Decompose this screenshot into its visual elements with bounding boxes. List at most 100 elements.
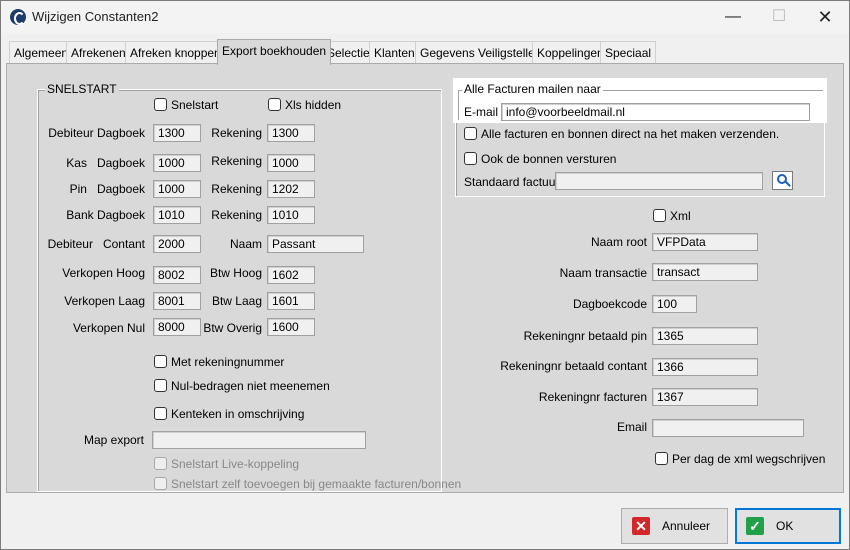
annuleer-button[interactable]: ✕ Annuleer: [621, 508, 728, 544]
bank-dagboek-field[interactable]: 1010: [153, 206, 201, 224]
per-dag-label: Per dag de xml wegschrijven: [672, 452, 826, 466]
pin-dagboek-label: Pin Dagboek: [69, 182, 145, 196]
mail-group-title: Alle Facturen mailen naar: [462, 82, 603, 96]
tab-afrekenen[interactable]: Afrekenen: [66, 41, 131, 63]
ok-button[interactable]: ✓ OK: [735, 508, 841, 544]
rekeningnr-facturen-field[interactable]: 1367: [652, 388, 758, 406]
btw-hoog-label: Btw Hoog: [209, 266, 262, 280]
map-export-field[interactable]: [152, 431, 366, 449]
tab-klanten[interactable]: Klanten: [369, 41, 420, 63]
kas-dagboek-field[interactable]: 1000: [153, 154, 201, 172]
nul-bedragen-checkbox-box[interactable]: [154, 379, 167, 392]
xls-hidden-checkbox-label: Xls hidden: [285, 98, 342, 112]
verkopen-hoog-field[interactable]: 8002: [153, 266, 201, 284]
direct-verzenden-label: Alle facturen en bonnen direct na het ma…: [481, 127, 780, 141]
debiteur-dagboek-label: Debiteur Dagboek: [48, 126, 145, 140]
debiteur-dagboek-field[interactable]: 1300: [153, 124, 201, 142]
snelstart-checkbox[interactable]: Snelstart: [154, 98, 218, 112]
debiteur-rekening-field[interactable]: 1300: [267, 124, 315, 142]
met-rekeningnummer-checkbox-box[interactable]: [154, 355, 167, 368]
email-input[interactable]: info@voorbeeldmail.nl: [501, 103, 810, 121]
tab-koppelingen[interactable]: Koppelingen: [532, 41, 609, 63]
verkopen-laag-field[interactable]: 8001: [153, 292, 201, 310]
kas-rekening-field[interactable]: 1000: [267, 154, 315, 172]
nul-bedragen-checkbox[interactable]: Nul-bedragen niet meenemen: [154, 379, 330, 393]
app-logo-icon: [10, 9, 26, 25]
verkopen-nul-field[interactable]: 8000: [153, 318, 201, 336]
btw-hoog-field[interactable]: 1602: [267, 266, 315, 284]
ok-button-label: OK: [776, 519, 794, 533]
naam-transactie-field[interactable]: transact: [652, 263, 758, 281]
debiteur-contant-label: Debiteur Contant: [47, 237, 145, 251]
live-koppeling-label: Snelstart Live-koppeling: [171, 457, 300, 471]
btw-overig-label: Btw Overig: [203, 321, 262, 335]
close-button[interactable]: ✕: [802, 1, 848, 33]
tab-export-boekhouden[interactable]: Export boekhouden: [217, 39, 332, 65]
standaard-factuur-label: Standaard factuur: [464, 175, 560, 189]
rekeningnr-contant-label: Rekeningnr betaald contant: [500, 359, 647, 373]
rekeningnr-facturen-label: Rekeningnr facturen: [538, 390, 647, 404]
standaard-factuur-field[interactable]: [555, 172, 763, 190]
tab-algemeen[interactable]: Algemeen: [9, 41, 74, 63]
map-export-label: Map export: [83, 433, 144, 447]
naam-transactie-label: Naam transactie: [559, 266, 647, 280]
direct-verzenden-checkbox-box[interactable]: [464, 127, 477, 140]
kenteken-checkbox[interactable]: Kenteken in omschrijving: [154, 407, 304, 421]
btw-laag-field[interactable]: 1601: [267, 292, 315, 310]
tab-afreken-knoppen[interactable]: Afreken knoppen: [125, 41, 226, 63]
zelf-toevoegen-checkbox: Snelstart zelf toevoegen bij gemaakte fa…: [154, 477, 461, 491]
verkopen-hoog-label: Verkopen Hoog: [62, 266, 145, 280]
xml-checkbox[interactable]: Xml: [653, 209, 691, 223]
direct-verzenden-checkbox[interactable]: Alle facturen en bonnen direct na het ma…: [464, 127, 779, 141]
tab-speciaal[interactable]: Speciaal: [600, 41, 657, 63]
xls-hidden-checkbox[interactable]: Xls hidden: [268, 98, 341, 112]
pin-rekening-field[interactable]: 1202: [267, 180, 315, 198]
xml-checkbox-box[interactable]: [653, 209, 666, 222]
debiteur-contant-field[interactable]: 2000: [153, 235, 201, 253]
bank-rekening-label: Rekening: [211, 208, 262, 222]
debiteur-rekening-label: Rekening: [211, 126, 262, 140]
bonnen-versturen-label: Ook de bonnen versturen: [481, 152, 617, 166]
live-koppeling-checkbox-box: [154, 457, 167, 470]
zelf-toevoegen-checkbox-box: [154, 477, 167, 490]
xml-email-field[interactable]: [652, 419, 804, 437]
zelf-toevoegen-label: Snelstart zelf toevoegen bij gemaakte fa…: [171, 477, 462, 491]
naam-label: Naam: [229, 237, 262, 251]
naam-root-field[interactable]: VFPData: [652, 233, 758, 251]
nul-bedragen-label: Nul-bedragen niet meenemen: [171, 379, 330, 393]
minimize-button[interactable]: —: [710, 1, 756, 33]
search-icon-handle: [785, 181, 791, 187]
met-rekeningnummer-label: Met rekeningnummer: [171, 355, 285, 369]
pin-dagboek-field[interactable]: 1000: [153, 180, 201, 198]
rekeningnr-pin-label: Rekeningnr betaald pin: [523, 329, 647, 343]
annuleer-button-label: Annuleer: [662, 519, 711, 533]
btw-laag-label: Btw Laag: [211, 294, 262, 308]
per-dag-checkbox-box[interactable]: [655, 452, 668, 465]
per-dag-checkbox[interactable]: Per dag de xml wegschrijven: [655, 452, 825, 466]
xml-checkbox-label: Xml: [670, 209, 691, 223]
window-title: Wijzigen Constanten2: [32, 9, 159, 24]
email-highlight-panel: Alle Facturen mailen naar E-mail info@vo…: [453, 78, 827, 123]
bonnen-versturen-checkbox[interactable]: Ook de bonnen versturen: [464, 152, 616, 166]
snelstart-group-title: SNELSTART: [45, 82, 119, 96]
check-icon: ✓: [746, 517, 764, 535]
rekeningnr-pin-field[interactable]: 1365: [652, 327, 758, 345]
rekeningnr-contant-field[interactable]: 1366: [652, 358, 758, 376]
xls-hidden-checkbox-box[interactable]: [268, 98, 281, 111]
btw-overig-field[interactable]: 1600: [267, 318, 315, 336]
tab-gegevens-veiligstellen[interactable]: Gegevens Veiligstellen: [415, 41, 547, 63]
bonnen-versturen-checkbox-box[interactable]: [464, 152, 477, 165]
snelstart-checkbox-box[interactable]: [154, 98, 167, 111]
dagboekcode-label: Dagboekcode: [572, 297, 647, 311]
pin-rekening-label: Rekening: [211, 182, 262, 196]
verkopen-laag-label: Verkopen Laag: [64, 294, 145, 308]
email-label: E-mail: [464, 105, 499, 119]
naam-field[interactable]: Passant: [267, 235, 364, 253]
live-koppeling-checkbox: Snelstart Live-koppeling: [154, 457, 299, 471]
cancel-icon: ✕: [632, 517, 650, 535]
kenteken-checkbox-box[interactable]: [154, 407, 167, 420]
dagboekcode-field[interactable]: 100: [652, 295, 697, 313]
standaard-factuur-search-button[interactable]: [772, 171, 793, 190]
met-rekeningnummer-checkbox[interactable]: Met rekeningnummer: [154, 355, 284, 369]
bank-rekening-field[interactable]: 1010: [267, 206, 315, 224]
